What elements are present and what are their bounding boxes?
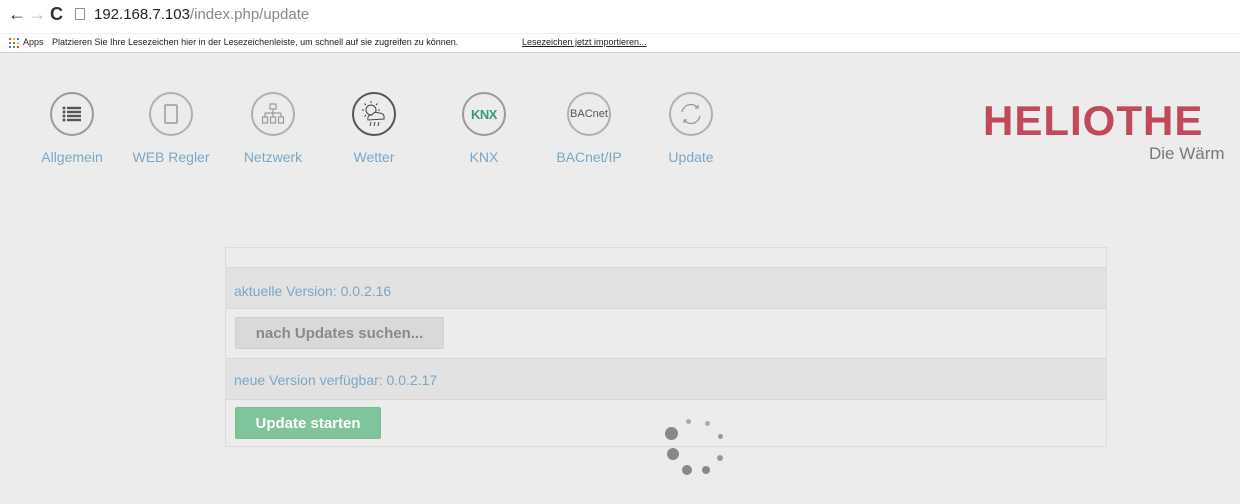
url-path: /index.php/update [189, 6, 310, 23]
nav-label: WEB Regler [132, 149, 210, 165]
bacnet-icon-text: BACnet [570, 108, 608, 120]
spinner-dot [665, 427, 678, 440]
url-field[interactable]: 192.168.7.103/index.php/update [94, 6, 309, 23]
import-bookmarks-link[interactable]: Lesezeichen jetzt importieren... [522, 37, 647, 47]
nav-item-bacnet[interactable]: BACnet BACnet/IP [544, 92, 634, 165]
refresh-icon [669, 92, 713, 136]
spinner-dot [718, 434, 723, 439]
spinner-dot [717, 455, 723, 461]
apps-grid-icon[interactable] [9, 38, 19, 48]
reload-icon[interactable]: C [50, 4, 63, 24]
nav-label: BACnet/IP [556, 149, 622, 165]
browser-chrome: ← → C 192.168.7.103/index.php/update App… [0, 0, 1240, 53]
weather-icon [352, 92, 396, 136]
bookmarks-hint: Platzieren Sie Ihre Lesezeichen hier in … [52, 37, 459, 47]
address-bar: ← → C 192.168.7.103/index.php/update [0, 0, 1240, 30]
nav-label: Netzwerk [243, 149, 303, 165]
spinner-dot [705, 421, 710, 426]
url-host: 192.168.7.103 [94, 6, 190, 23]
back-arrow-icon[interactable]: ← [8, 4, 26, 24]
nav-label: Wetter [353, 149, 395, 165]
spinner-dot [682, 465, 692, 475]
nav-label: Update [668, 149, 714, 165]
spinner-dot [686, 419, 691, 424]
nav-label: Allgemein [41, 149, 103, 165]
check-updates-button[interactable]: nach Updates suchen... [235, 317, 444, 349]
list-icon [50, 92, 94, 136]
forward-arrow-icon[interactable]: → [28, 4, 46, 24]
current-version-row: aktuelle Version: 0.0.2.16 [226, 267, 1106, 309]
nav-item-wetter[interactable]: Wetter [329, 92, 419, 165]
nav-item-update[interactable]: Update [646, 92, 736, 165]
brand-logo: HELIOTHE [983, 97, 1204, 144]
apps-link[interactable]: Apps [23, 37, 44, 47]
knx-icon-text: KNX [471, 106, 497, 122]
bacnet-icon: BACnet [567, 92, 611, 136]
spinner-dot [667, 448, 679, 460]
brand-tagline: Die Wärm [1149, 144, 1225, 163]
loading-spinner-icon [662, 415, 732, 485]
page-icon [75, 8, 85, 20]
search-row: nach Updates suchen... [226, 308, 1106, 358]
spinner-dot [702, 466, 710, 474]
nav-item-web-regler[interactable]: WEB Regler [126, 92, 216, 165]
nav-item-allgemein[interactable]: Allgemein [27, 92, 117, 165]
current-version-text: aktuelle Version: 0.0.2.16 [234, 283, 392, 299]
network-icon [251, 92, 295, 136]
nav-label: KNX [469, 149, 499, 165]
chrome-divider [0, 52, 1240, 53]
nav-item-netzwerk[interactable]: Netzwerk [228, 92, 318, 165]
nav-item-knx[interactable]: KNX KNX [439, 92, 529, 165]
device-icon [149, 92, 193, 136]
new-version-row: neue Version verfügbar: 0.0.2.17 [226, 358, 1106, 400]
knx-icon: KNX [462, 92, 506, 136]
bookmarks-bar: Apps Platzieren Sie Ihre Lesezeichen hie… [0, 33, 1240, 52]
start-update-button[interactable]: Update starten [235, 407, 381, 439]
new-version-text: neue Version verfügbar: 0.0.2.17 [234, 372, 438, 388]
